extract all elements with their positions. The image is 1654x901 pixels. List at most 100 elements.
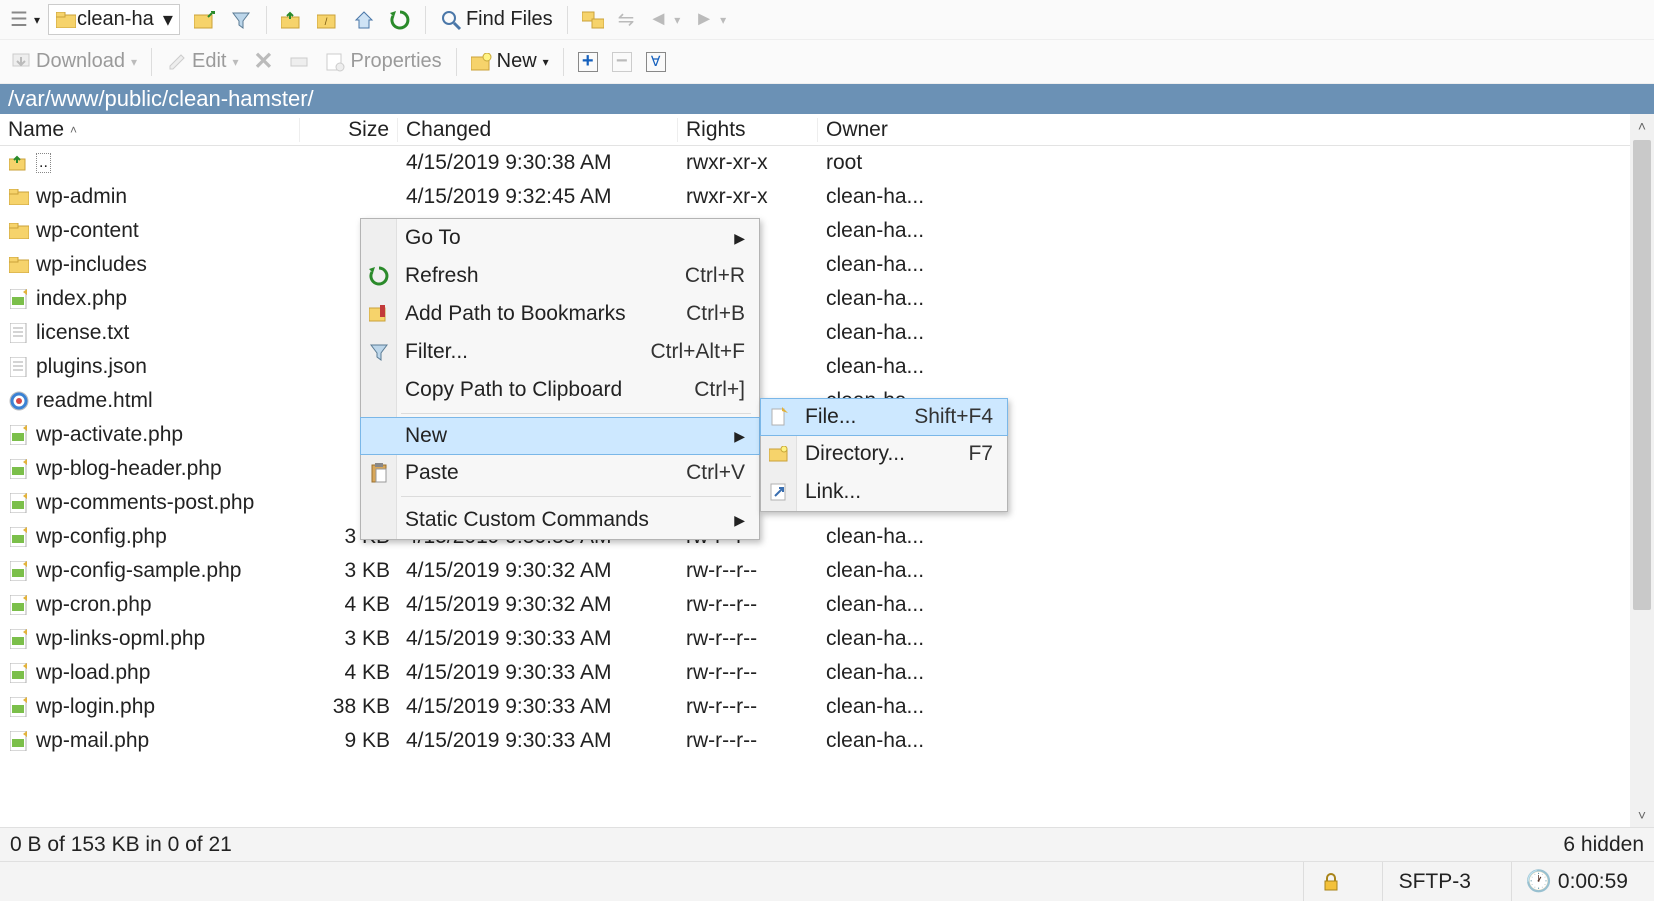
filter-button[interactable] [224,7,258,33]
ctx-label: Static Custom Commands [405,508,722,532]
home-button[interactable] [347,7,381,33]
ctx-shortcut: F7 [968,442,993,466]
properties-button[interactable]: Properties [318,48,447,75]
ctx-item-filter[interactable]: Filter... Ctrl+Alt+F [361,333,759,371]
path-bar[interactable]: /var/www/public/clean-hamster/ [0,84,1654,114]
column-owner[interactable]: Owner [818,118,1018,142]
ctx-item-go-to[interactable]: Go To▶ [361,219,759,257]
file-row[interactable]: wp-includesclean-ha... [0,248,1654,282]
file-owner: clean-ha... [818,627,1018,651]
scroll-thumb[interactable] [1633,140,1651,610]
separator [151,48,152,76]
forward-button[interactable]: ►▾ [688,6,732,33]
file-row[interactable]: plugins.jsonclean-ha... [0,350,1654,384]
open-folder-button[interactable] [188,7,222,33]
file-changed: 4/15/2019 9:30:33 AM [398,661,678,685]
scroll-up-icon[interactable]: ˄ [1630,114,1654,138]
select-all-button[interactable]: ∀ [640,50,672,74]
lock-status[interactable] [1303,862,1358,901]
blank-icon [367,226,391,250]
find-files-button[interactable]: Find Files [434,6,559,33]
ctx-item-add-path-to-bookmarks[interactable]: Add Path to BookmarksCtrl+B [361,295,759,333]
file-name: wp-comments-post.php [36,491,254,515]
file-row[interactable]: wp-config-sample.php3 KB4/15/2019 9:30:3… [0,554,1654,588]
file-row[interactable]: wp-load.php4 KB4/15/2019 9:30:33 AMrw-r-… [0,656,1654,690]
file-size: 38 KB [300,695,398,719]
download-button[interactable]: Download▾ [4,48,143,75]
file-rights: rw-r--r-- [678,559,818,583]
file-type-icon [8,186,30,208]
ctx-shortcut: Shift+F4 [914,405,993,429]
file-type-icon [8,526,30,548]
file-changed: 4/15/2019 9:30:32 AM [398,593,678,617]
new-file-icon [767,405,791,429]
tree-toggle-button[interactable]: ⇋ [612,5,641,34]
file-row[interactable]: index.phpclean-ha... [0,282,1654,316]
column-changed[interactable]: Changed [398,118,678,142]
back-button[interactable]: ◄▾ [642,6,686,33]
separator [563,48,564,76]
ctx-sub-file[interactable]: File... Shift+F4 [760,398,1008,436]
edit-button[interactable]: Edit▾ [160,48,245,75]
ctx-label: Paste [405,461,662,485]
ctx-item-paste[interactable]: PasteCtrl+V [361,454,759,492]
delete-icon: ✕ [252,51,274,73]
sync-button[interactable] [576,7,610,33]
refresh-button[interactable] [383,7,417,33]
ctx-sub-directory[interactable]: Directory... F7 [761,435,1007,473]
ctx-sub-link[interactable]: Link... [761,473,1007,511]
ctx-label: Copy Path to Clipboard [405,378,670,402]
ctx-item-copy-path-to-clipboard[interactable]: Copy Path to ClipboardCtrl+] [361,371,759,409]
file-owner: clean-ha... [818,729,1018,753]
file-row[interactable]: ..4/15/2019 9:30:38 AMrwxr-xr-xroot [0,146,1654,180]
ctx-item-static-custom-commands[interactable]: Static Custom Commands▶ [361,501,759,539]
file-type-icon [8,594,30,616]
file-row[interactable]: wp-cron.php4 KB4/15/2019 9:30:32 AMrw-r-… [0,588,1654,622]
file-type-icon [8,662,30,684]
column-rights[interactable]: Rights [678,118,818,142]
new-button[interactable]: New▾ [465,48,555,75]
file-owner: clean-ha... [818,559,1018,583]
parent-button[interactable] [275,7,309,33]
file-size: 3 KB [300,559,398,583]
column-name[interactable]: Name˄ [0,118,300,142]
file-changed: 4/15/2019 9:30:33 AM [398,695,678,719]
vertical-scrollbar[interactable]: ˄ ˅ [1630,114,1654,827]
file-changed: 4/15/2019 9:30:33 AM [398,627,678,651]
ctx-label: Filter... [405,340,626,364]
ctx-label: Add Path to Bookmarks [405,302,662,326]
paste-icon [367,461,391,485]
file-row[interactable]: wp-login.php38 KB4/15/2019 9:30:33 AMrw-… [0,690,1654,724]
file-rights: rwxr-xr-x [678,185,818,209]
plus-button[interactable]: + [572,50,604,74]
file-name: wp-login.php [36,695,155,719]
file-type-icon [8,288,30,310]
column-size[interactable]: Size [300,118,398,142]
ctx-label: Refresh [405,264,661,288]
ctx-shortcut: Ctrl+Alt+F [650,340,745,364]
file-changed: 4/15/2019 9:30:32 AM [398,559,678,583]
edit-label: Edit [192,50,226,73]
ctx-label: File... [805,405,890,429]
file-row[interactable]: wp-admin4/15/2019 9:32:45 AMrwxr-xr-xcle… [0,180,1654,214]
ctx-label: Directory... [805,442,944,466]
ctx-item-refresh[interactable]: RefreshCtrl+R [361,257,759,295]
toolbar-menu-button[interactable]: ☰▾ [4,5,46,34]
delete-button[interactable]: ✕ [246,49,280,75]
file-row[interactable]: wp-config.php3 KB4/15/2019 9:30:38 AMrw-… [0,520,1654,554]
folder-picker[interactable]: clean-ha ▾ [48,4,180,35]
find-files-label: Find Files [466,8,553,31]
minus-button[interactable]: − [606,50,638,74]
lock-icon [1320,871,1342,893]
file-row[interactable]: wp-mail.php9 KB4/15/2019 9:30:33 AMrw-r-… [0,724,1654,758]
file-size: 9 KB [300,729,398,753]
file-row[interactable]: wp-links-opml.php3 KB4/15/2019 9:30:33 A… [0,622,1654,656]
root-button[interactable]: / [311,7,345,33]
file-row[interactable]: license.txt20clean-ha... [0,316,1654,350]
rename-button[interactable] [282,49,316,75]
file-name: wp-blog-header.php [36,457,222,481]
ctx-item-new[interactable]: New▶ [360,417,760,455]
file-row[interactable]: wp-contentclean-ha... [0,214,1654,248]
scroll-down-icon[interactable]: ˅ [1630,803,1654,827]
file-owner: clean-ha... [818,321,1018,345]
